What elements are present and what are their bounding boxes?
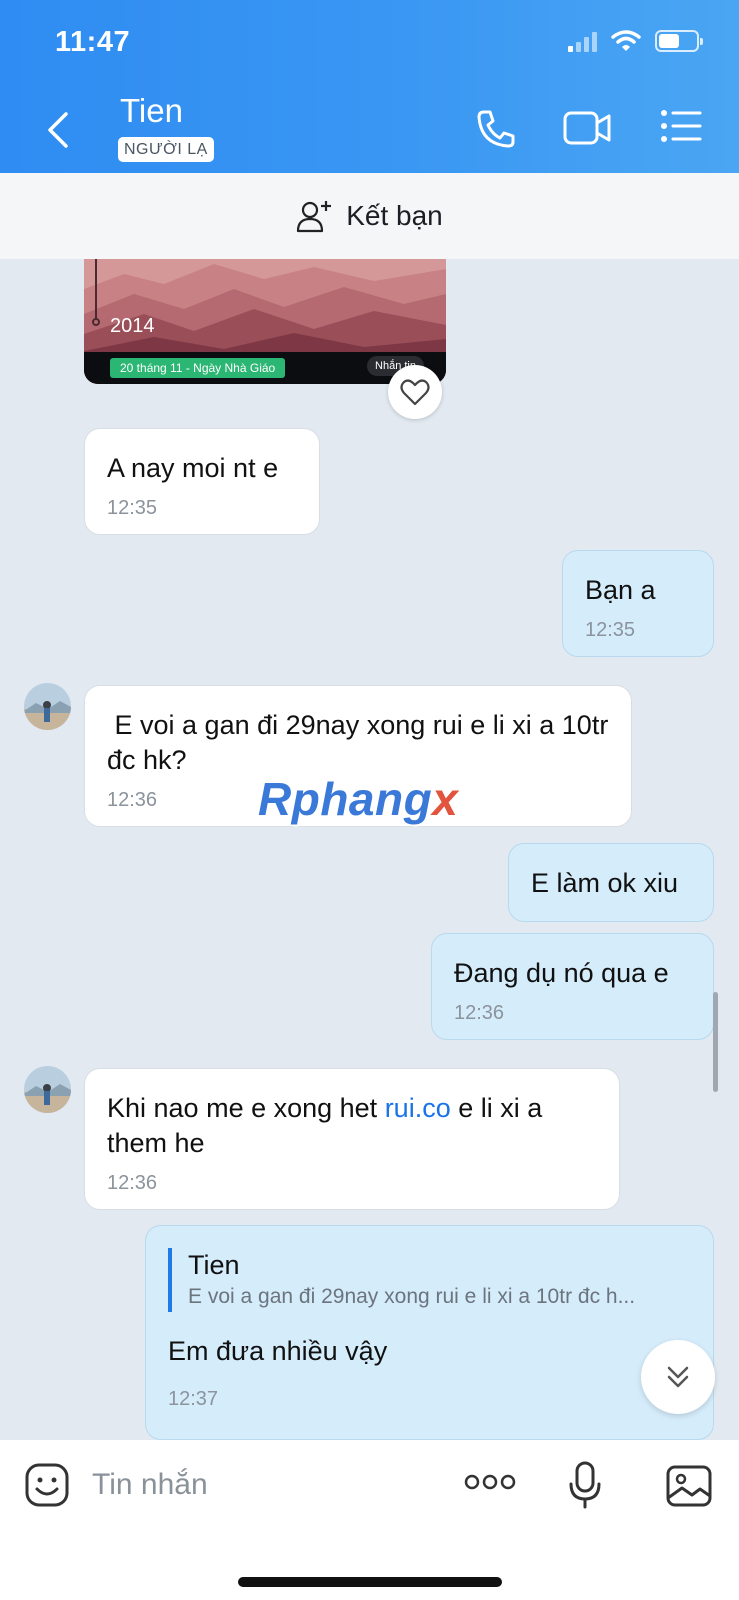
message-bubble[interactable]: Tien E voi a gan đi 29nay xong rui e li … [145, 1225, 714, 1440]
message-input[interactable] [92, 1460, 432, 1510]
status-time: 11:47 [55, 26, 131, 58]
image-icon[interactable] [665, 1464, 713, 1508]
more-options-icon[interactable] [464, 1474, 516, 1490]
message-text: Khi nao me e xong het rui.co e li xi a t… [107, 1093, 550, 1158]
battery-icon [655, 30, 703, 52]
message-bubble[interactable]: E làm ok xiu [508, 843, 714, 922]
avatar[interactable] [24, 683, 71, 730]
like-button[interactable] [388, 365, 442, 419]
shared-card[interactable]: 2014 20 tháng 11 - Ngày Nhà Giáo Nhắn ti… [84, 259, 446, 384]
phone-call-icon[interactable] [475, 108, 517, 150]
back-icon[interactable] [40, 108, 80, 152]
add-user-icon [297, 201, 332, 233]
scrollbar[interactable] [713, 992, 718, 1092]
chat-header: 11:47 Tien NGƯỜI LẠ [0, 0, 739, 173]
contact-name[interactable]: Tien [120, 92, 183, 130]
message-time: 12:36 [454, 1002, 505, 1024]
quoted-message[interactable]: Tien E voi a gan đi 29nay xong rui e li … [168, 1248, 691, 1312]
heart-icon [400, 379, 430, 406]
menu-icon[interactable] [660, 108, 702, 144]
microphone-icon[interactable] [568, 1460, 602, 1510]
stranger-badge: NGƯỜI LẠ [118, 137, 214, 162]
message-time: 12:35 [107, 497, 158, 519]
message-bubble[interactable]: Bạn a 12:35 [562, 550, 714, 657]
double-chevron-down-icon [667, 1366, 689, 1388]
message-bubble[interactable]: Đang dụ nó qua e 12:36 [431, 933, 714, 1040]
signal-icon [568, 30, 597, 52]
quoted-sender: Tien [188, 1250, 240, 1280]
home-indicator [238, 1577, 502, 1587]
status-icons [568, 30, 703, 52]
message-time: 12:36 [107, 1172, 158, 1194]
message-text: Bạn a [585, 575, 656, 605]
message-text: Em đưa nhiều vậy [168, 1336, 388, 1366]
scroll-to-bottom-button[interactable] [641, 1340, 715, 1414]
message-time: 12:35 [585, 619, 636, 641]
message-text: A nay moi nt e [107, 453, 279, 483]
quoted-text: E voi a gan đi 29nay xong rui e li xi a … [188, 1285, 636, 1308]
message-link[interactable]: rui.co [385, 1093, 451, 1123]
sticker-icon[interactable] [24, 1462, 70, 1508]
add-friend-label: Kết bạn [346, 200, 443, 231]
card-tag: 20 tháng 11 - Ngày Nhà Giáo [110, 358, 286, 378]
message-bubble[interactable]: A nay moi nt e 12:35 [84, 428, 320, 535]
message-input-bar [0, 1440, 739, 1600]
wifi-icon [611, 30, 641, 51]
watermark: Rphangx [258, 773, 459, 825]
add-friend-button[interactable]: Kết bạn [0, 173, 739, 259]
message-text: Đang dụ nó qua e [454, 958, 669, 988]
message-time: 12:37 [168, 1388, 219, 1410]
message-text: E làm ok xiu [531, 868, 679, 898]
avatar[interactable] [24, 1066, 71, 1113]
card-year: 2014 [110, 315, 155, 337]
video-call-icon[interactable] [562, 108, 614, 148]
message-bubble[interactable]: Khi nao me e xong het rui.co e li xi a t… [84, 1068, 620, 1210]
message-text: E voi a gan đi 29nay xong rui e li xi a … [107, 710, 616, 775]
